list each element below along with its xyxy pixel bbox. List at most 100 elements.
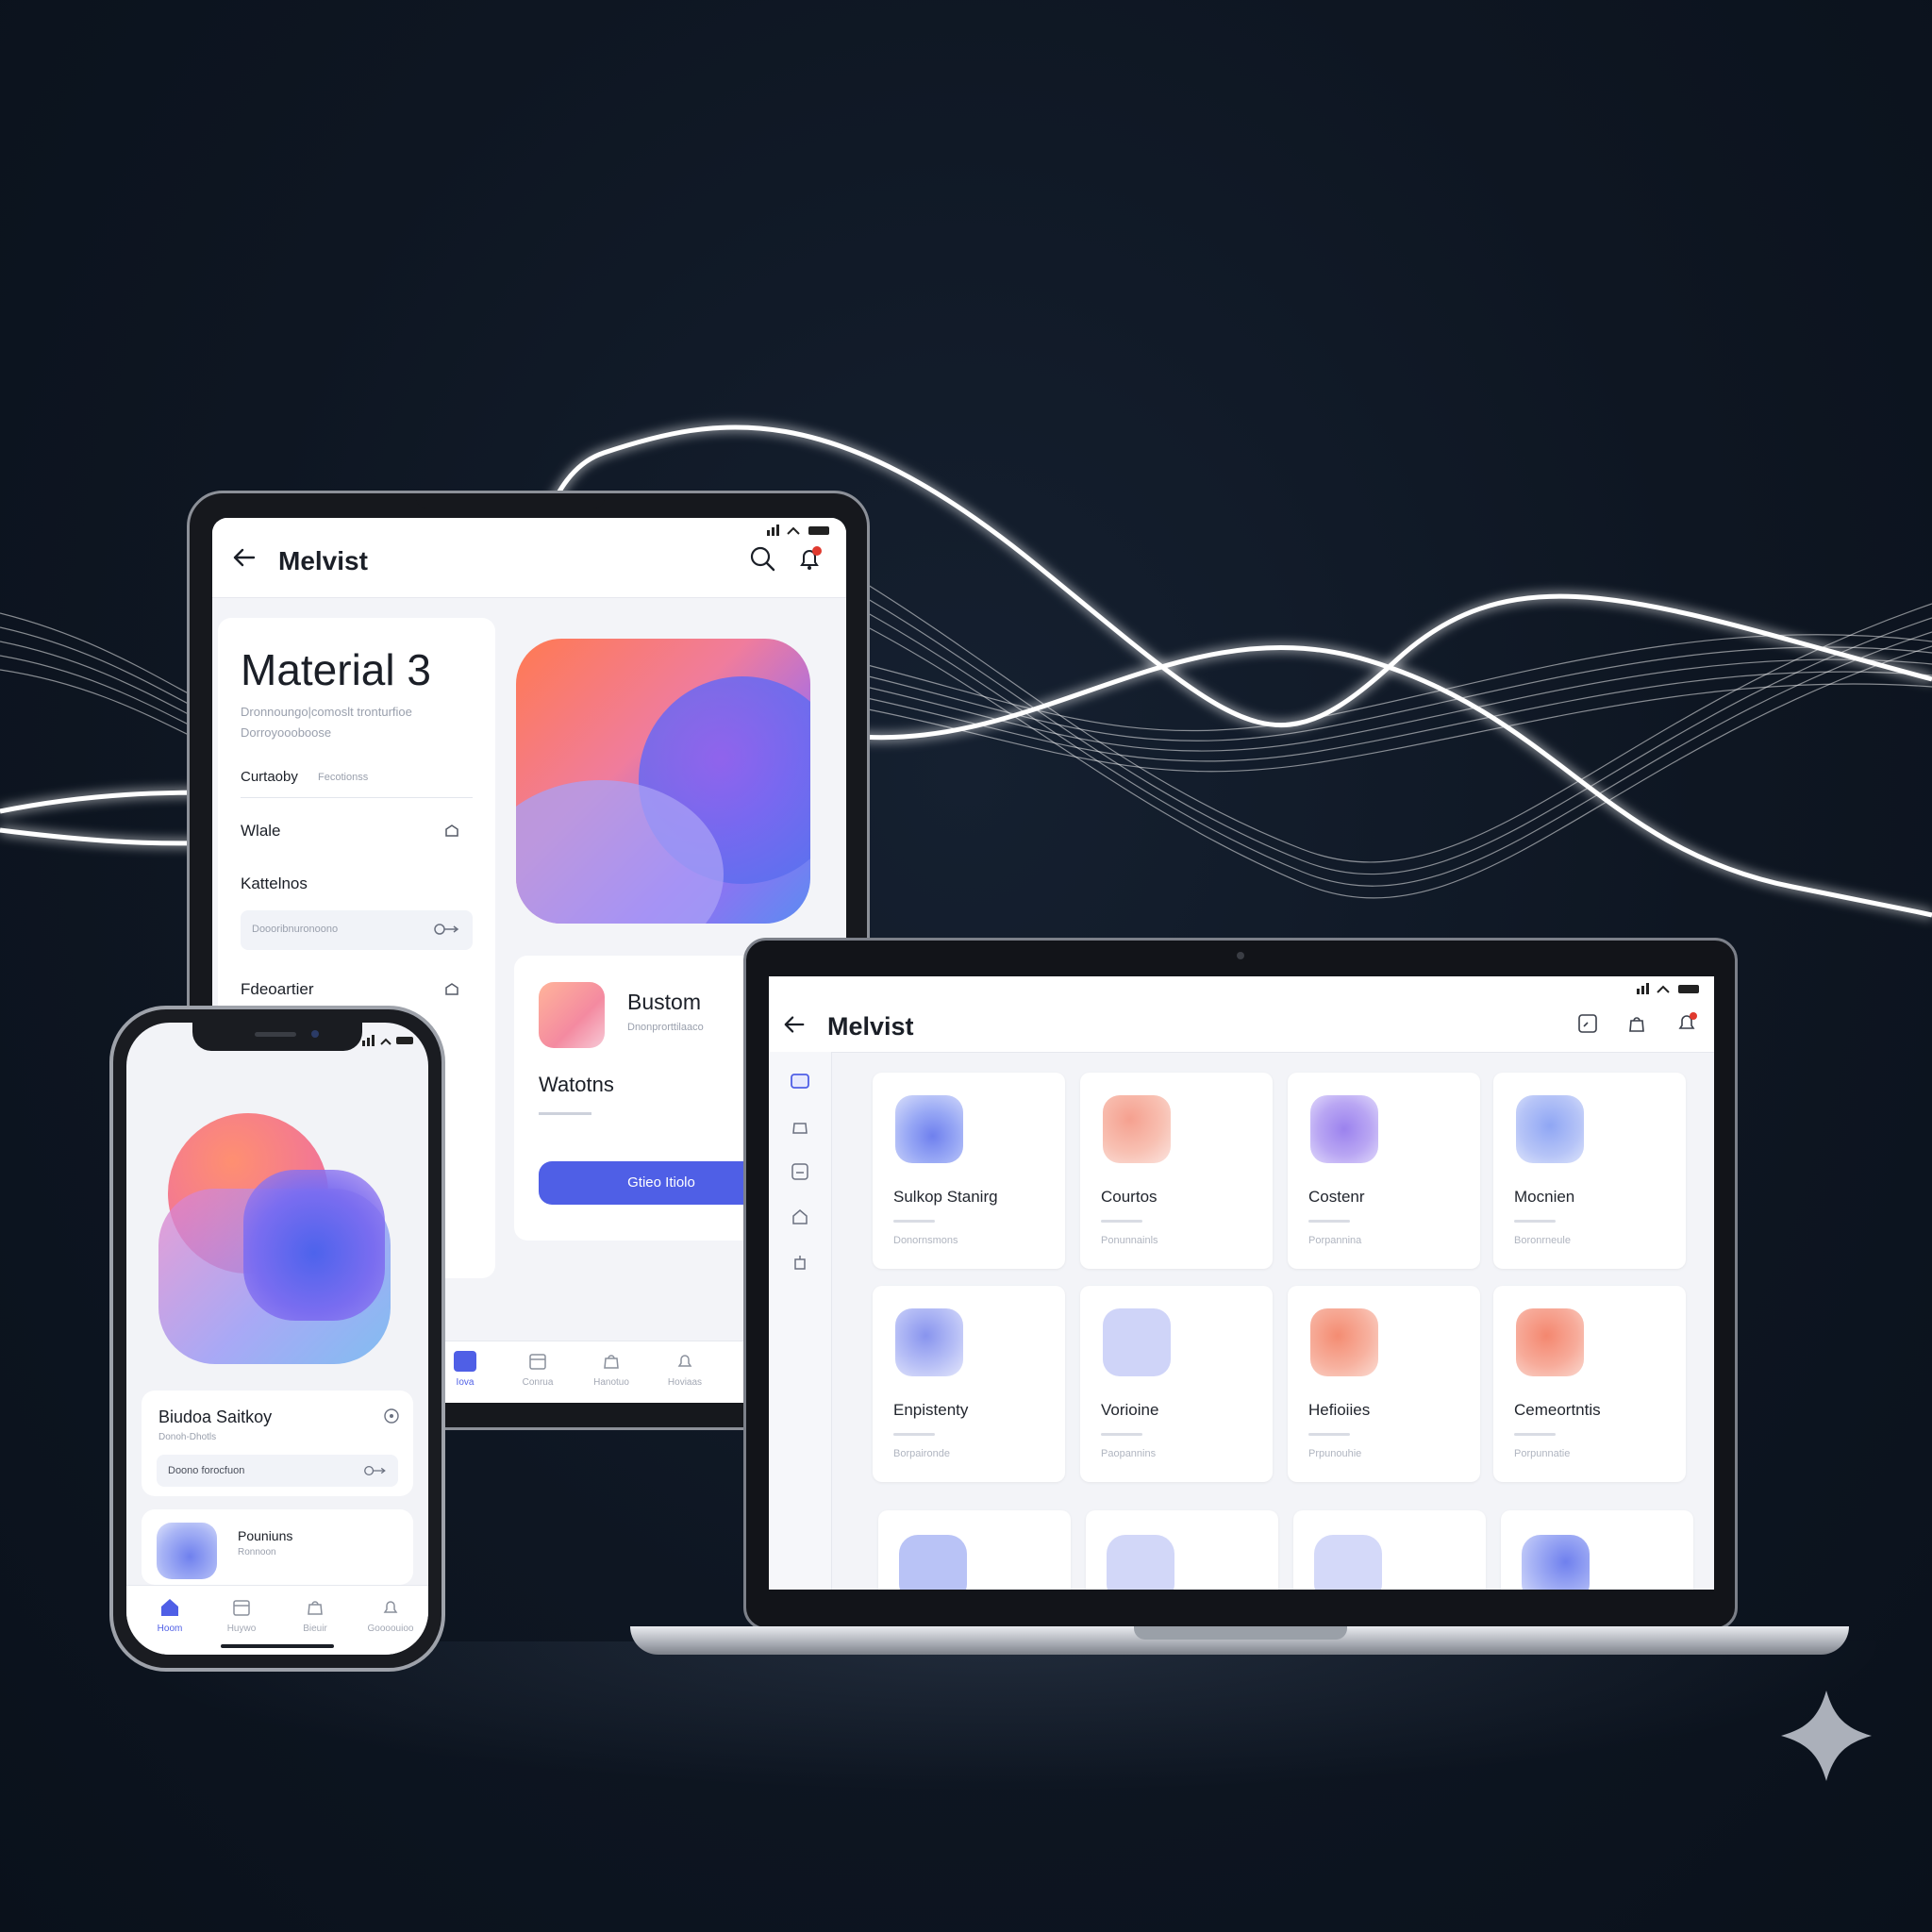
dashboard-icon[interactable]: [790, 1071, 810, 1091]
laptop-screen: Melvist Sulkop Stanirg Donornsmons Court…: [769, 976, 1714, 1590]
card-title: Vorioine: [1101, 1401, 1159, 1419]
nav-label: Iova: [456, 1377, 475, 1388]
status-bar-icons: [767, 524, 833, 541]
grid-card[interactable]: Courtos Ponunnainls: [1080, 1073, 1273, 1269]
notification-bell-icon[interactable]: [795, 544, 824, 573]
card-art: [1522, 1535, 1590, 1590]
card-art: [895, 1095, 963, 1163]
grid-card[interactable]: Enpistenty Borpaironde: [873, 1286, 1065, 1482]
phone-info-card: Biudoa Saitkoy Donoh-Dhotls Doono forocf…: [142, 1391, 413, 1496]
grid-card[interactable]: [1501, 1510, 1693, 1590]
card-subtitle: Borpaironde: [893, 1448, 950, 1459]
grid-card[interactable]: [1293, 1510, 1486, 1590]
description-line-2: Dorroyoooboose: [241, 725, 332, 740]
tag-icon: [442, 822, 461, 841]
chart-icon[interactable]: [1576, 1012, 1599, 1035]
grid-card[interactable]: Vorioine Paopannins: [1080, 1286, 1273, 1482]
grid-card[interactable]: Cemeortntis Porpunnatie: [1493, 1286, 1686, 1482]
key-icon: [433, 922, 463, 937]
bell-icon: [677, 1355, 692, 1367]
bell-icon: [383, 1601, 398, 1613]
section-label: Curtaoby: [241, 769, 298, 785]
phone-device: Biudoa Saitkoy Donoh-Dhotls Doono forocf…: [109, 1006, 445, 1672]
card-divider: [893, 1433, 935, 1436]
home-icon: [454, 1351, 476, 1372]
card-subtitle: Ponunnainls: [1101, 1235, 1158, 1246]
card-divider: [1101, 1433, 1142, 1436]
list-item[interactable]: Kattelnos: [241, 865, 473, 907]
list-item[interactable]: Wlale: [241, 812, 473, 854]
input-placeholder: Doooribnuronoono: [252, 924, 339, 935]
nav-label: Conrua: [522, 1377, 554, 1388]
laptop-base: [630, 1626, 1849, 1655]
card-subtitle: Donornsmons: [893, 1235, 958, 1246]
chart-icon[interactable]: [790, 1161, 810, 1182]
card-title: Biudoa Saitkoy: [158, 1407, 273, 1426]
laptop-app-bar: Melvist: [769, 976, 1714, 1053]
feature-icon-art: [539, 982, 605, 1048]
card-divider: [1308, 1433, 1350, 1436]
laptop-device: Melvist Sulkop Stanirg Donornsmons Court…: [743, 938, 1738, 1630]
bag-icon: [308, 1601, 323, 1615]
nav-label: Hanotuo: [593, 1377, 629, 1388]
card-art: [1310, 1308, 1378, 1376]
back-arrow-icon[interactable]: [231, 544, 258, 571]
card-title: Mocnien: [1514, 1188, 1575, 1206]
description-line-1: Dronnoungo|comoslt tronturfioe: [241, 705, 412, 719]
calendar-icon: [233, 1600, 250, 1616]
back-arrow-icon[interactable]: [782, 1012, 807, 1037]
grid-card[interactable]: [1086, 1510, 1278, 1590]
feature-heading: Watotns: [539, 1073, 614, 1096]
list-item-title: Pouniuns: [238, 1528, 293, 1543]
card-title: Enpistenty: [893, 1401, 969, 1419]
notification-bell-icon[interactable]: [1674, 1010, 1699, 1035]
card-art: [1310, 1095, 1378, 1163]
search-icon[interactable]: [748, 544, 776, 573]
bag-icon: [604, 1355, 619, 1369]
laptop-trackpad-notch: [1134, 1626, 1347, 1640]
list-item-label: Wlale: [241, 822, 281, 840]
feature-subtitle: Dnonprorttilaaco: [627, 1022, 704, 1033]
card-art: [899, 1535, 967, 1590]
info-icon[interactable]: [383, 1407, 400, 1424]
laptop-sidebar: [769, 1052, 832, 1590]
phone-notch: [192, 1023, 362, 1051]
card-art: [1314, 1535, 1382, 1590]
app-title: Melvist: [278, 546, 368, 575]
card-title: Costenr: [1308, 1188, 1365, 1206]
bag-icon[interactable]: [1625, 1012, 1648, 1035]
phone-bottom-nav: Hoom Huywo Bieuir Goooouioo: [126, 1585, 428, 1655]
card-art: [1103, 1095, 1171, 1163]
nav-label: Goooouioo: [367, 1624, 414, 1634]
text-input[interactable]: Doono forocfuon: [157, 1455, 398, 1487]
card-subtitle: Paopannins: [1101, 1448, 1157, 1459]
list-item-label: Fdeoartier: [241, 980, 314, 998]
key-icon: [364, 1465, 386, 1476]
card-subtitle: Porpannina: [1308, 1235, 1362, 1246]
card-subtitle: Porpunnatie: [1514, 1448, 1571, 1459]
laptop-camera: [1237, 952, 1244, 959]
card-art: [1103, 1308, 1171, 1376]
grid-card[interactable]: Sulkop Stanirg Donornsmons: [873, 1073, 1065, 1269]
text-input[interactable]: Doooribnuronoono: [241, 910, 473, 950]
phone-list-card[interactable]: Pouniuns Ronnoon: [142, 1509, 413, 1585]
card-divider: [1308, 1220, 1350, 1223]
bag-icon[interactable]: [790, 1116, 810, 1137]
heading-underline: [539, 1112, 591, 1115]
list-item-art: [157, 1523, 217, 1579]
nav-label: Huywo: [226, 1624, 257, 1634]
grid-card[interactable]: [878, 1510, 1071, 1590]
phone-screen: Biudoa Saitkoy Donoh-Dhotls Doono forocf…: [126, 1023, 428, 1655]
gift-icon[interactable]: [790, 1252, 810, 1273]
card-divider: [893, 1220, 935, 1223]
card-subtitle: Boronrneule: [1514, 1235, 1571, 1246]
home-icon[interactable]: [790, 1207, 810, 1227]
status-bar-icons: [362, 1034, 415, 1051]
list-item-label: Kattelnos: [241, 874, 308, 892]
home-icon: [161, 1599, 178, 1616]
nav-label: Bieuir: [303, 1624, 327, 1634]
grid-card[interactable]: Mocnien Boronrneule: [1493, 1073, 1686, 1269]
grid-card[interactable]: Hefioiies Prpunouhie: [1288, 1286, 1480, 1482]
grid-card[interactable]: Costenr Porpannina: [1288, 1073, 1480, 1269]
card-divider: [1101, 1220, 1142, 1223]
